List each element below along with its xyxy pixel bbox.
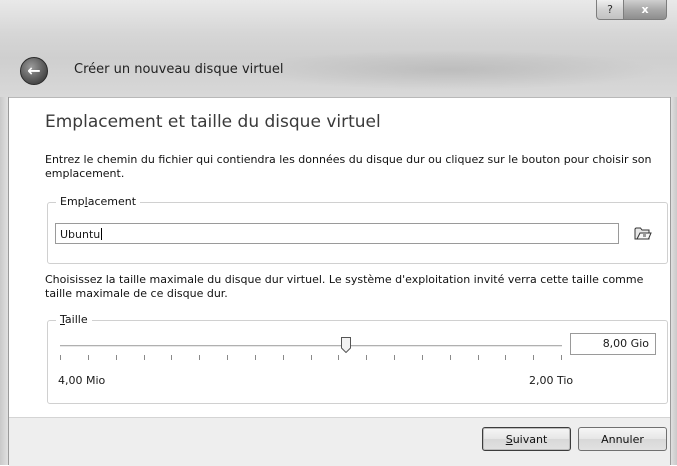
location-input-value: Ubuntu [60,228,101,241]
wizard-title: Créer un nouveau disque virtuel [74,62,284,77]
location-description: Entrez le chemin du fichier qui contiend… [45,153,652,180]
page-heading: Emplacement et taille du disque virtuel [45,112,381,132]
folder-open-icon [634,227,652,240]
close-button[interactable]: x [624,0,667,20]
slider-tick [533,355,534,360]
window-frame-right [670,97,677,465]
slider-tick [88,355,89,360]
size-group: Taille 4,00 Mio 2,00 Tio 8,00 Gio [47,313,668,404]
location-legend: Emplacement [56,195,141,208]
location-input[interactable]: Ubuntu [55,223,619,244]
slider-tick [478,355,479,360]
size-input[interactable]: 8,00 Gio [570,333,656,355]
slider-tick [450,355,451,360]
slider-tick [255,355,256,360]
slider-tick [116,355,117,360]
window-controls: ? x [596,0,667,20]
window-frame-left [0,97,9,465]
slider-tick [505,355,506,360]
size-slider-handle[interactable] [341,337,351,354]
slider-tick [561,355,562,360]
size-description: Choisissez la taille maximale du disque … [45,273,644,300]
slider-tick [394,355,395,360]
size-legend: Taille [56,313,92,326]
cancel-button[interactable]: Annuler [578,427,667,451]
slider-tick [311,355,312,360]
help-button[interactable]: ? [596,0,624,20]
next-button[interactable]: Suivant [482,427,571,451]
slider-tick [144,355,145,360]
arrow-left-icon: ← [27,61,41,80]
wizard-content: Emplacement et taille du disque virtuel … [9,98,670,417]
size-slider-ticks [60,355,562,361]
browse-location-button[interactable] [633,224,653,242]
slider-tick [366,355,367,360]
window-titlebar: ? x ← Créer un nouveau disque virtuel [0,0,677,98]
location-group: Emplacement Ubuntu [47,195,668,264]
back-button[interactable]: ← [20,57,48,85]
slider-thumb-icon [341,337,351,354]
slider-tick [422,355,423,360]
slider-tick [283,355,284,360]
wizard-footer: Suivant Annuler [9,417,670,466]
slider-tick [60,355,61,360]
slider-tick [171,355,172,360]
slider-tick [338,355,339,360]
size-min-label: 4,00 Mio [58,374,106,387]
slider-tick [199,355,200,360]
text-caret [101,228,103,240]
slider-tick [227,355,228,360]
size-max-label: 2,00 Tio [529,374,574,387]
size-slider-track[interactable] [60,345,562,347]
